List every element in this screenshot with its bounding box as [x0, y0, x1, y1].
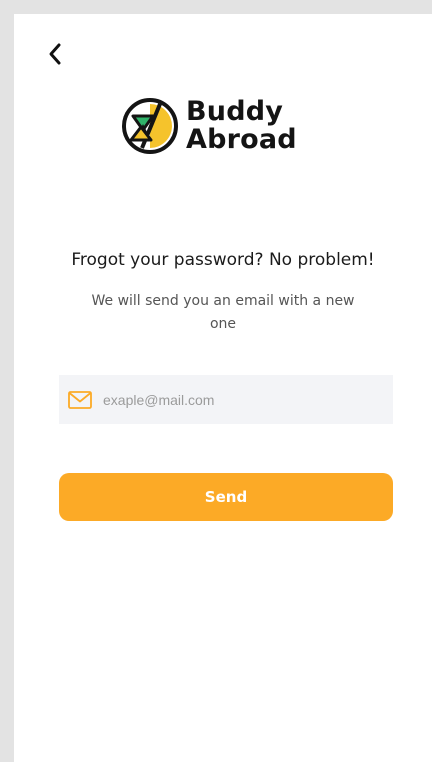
- page-description: We will send you an email with a new one: [91, 293, 355, 332]
- send-button[interactable]: Send: [59, 473, 393, 521]
- page-title: Frogot your password? No problem!: [71, 250, 375, 270]
- email-input[interactable]: [101, 383, 393, 416]
- brand-line-2: Abroad: [186, 124, 297, 155]
- app-logo: Buddy Abroad: [120, 94, 320, 158]
- chevron-left-icon: [46, 42, 66, 71]
- brand-line-1: Buddy: [186, 96, 284, 127]
- envelope-icon: [67, 389, 93, 411]
- back-button[interactable]: [42, 42, 70, 70]
- forgot-password-screen: Buddy Abroad Frogot your password? No pr…: [14, 14, 432, 762]
- email-field[interactable]: [59, 375, 393, 424]
- brand-name: Buddy Abroad: [186, 98, 297, 154]
- buddy-abroad-logo-icon: [122, 98, 178, 154]
